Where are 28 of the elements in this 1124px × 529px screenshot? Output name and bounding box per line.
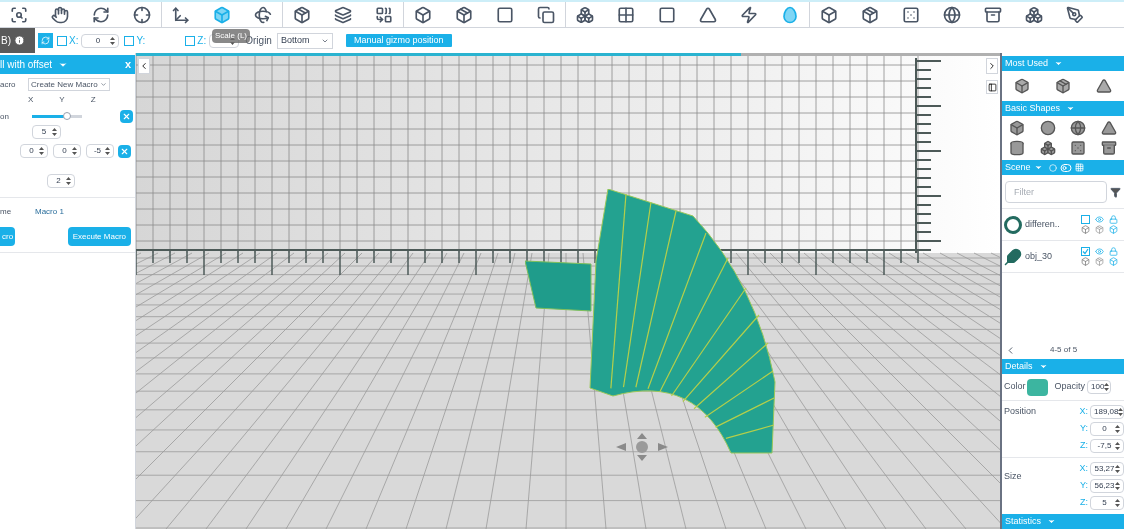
panel-title: ll with offset — [0, 58, 53, 72]
axis-label: Y: — [136, 34, 146, 48]
field-label: Position — [1004, 405, 1037, 418]
status-label: B) — [1, 34, 11, 48]
axis-label: X — [28, 94, 34, 106]
axis-label: Y: — [1080, 479, 1088, 493]
axis-label: Z: — [1080, 439, 1088, 453]
field-label: Opacity — [1054, 380, 1086, 394]
section-title: Statistics — [1005, 514, 1041, 528]
axis-label: Y — [59, 94, 65, 106]
field-label: acro — [0, 78, 17, 91]
axis-label: X: — [69, 34, 79, 48]
field-label: on — [0, 110, 10, 123]
axis-label: Z: — [1080, 496, 1088, 510]
section-title: Details — [1005, 359, 1033, 373]
section-title: Scene — [1005, 160, 1031, 174]
field-label: Color — [1004, 380, 1026, 394]
section-title: Most Used — [1005, 56, 1048, 70]
axis-label: Y: — [1080, 422, 1088, 436]
macro-name: Macro 1 — [35, 206, 64, 218]
axis-label: X: — [1079, 462, 1088, 476]
pagination-label: 4-5 of 5 — [1050, 344, 1078, 356]
axis-label: Z — [90, 94, 96, 106]
axis-label: X: — [1079, 405, 1088, 419]
field-label: me — [0, 206, 13, 218]
field-label: Size — [1004, 470, 1022, 483]
axis-label: Z: — [197, 34, 207, 48]
section-title: Basic Shapes — [1005, 101, 1061, 115]
